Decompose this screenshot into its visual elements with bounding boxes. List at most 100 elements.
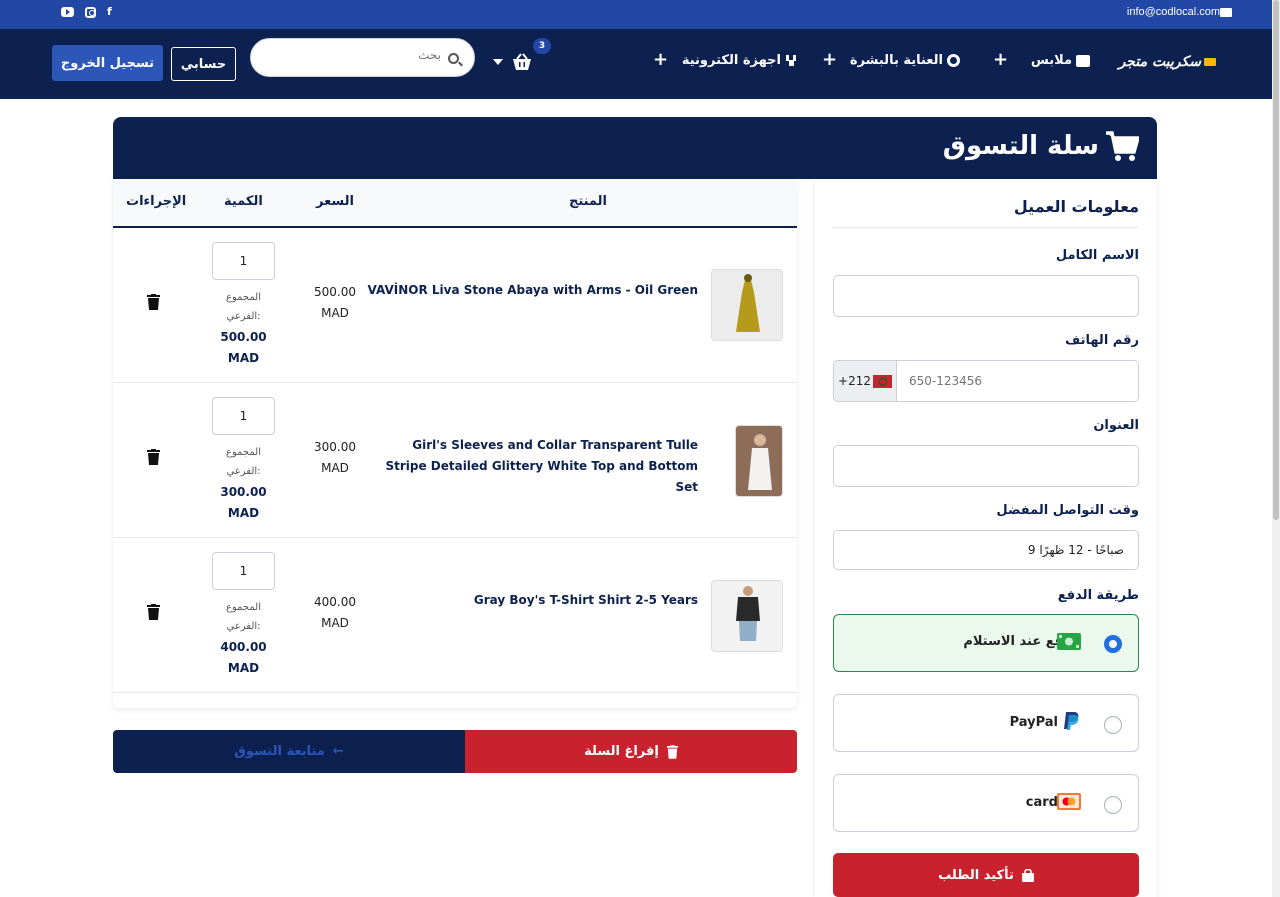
payment-radio[interactable] — [1104, 716, 1122, 734]
trash-icon — [666, 744, 678, 759]
trash-icon[interactable] — [147, 604, 160, 620]
shirt-icon — [1076, 54, 1090, 67]
phone-label: رقم الهاتف — [1065, 333, 1139, 348]
empty-cart-button[interactable]: إفراغ السلة — [465, 730, 797, 773]
facebook-icon[interactable]: f — [107, 6, 112, 18]
product-price: 400.00 MAD — [309, 592, 361, 634]
subtotal-label: المجموع الفرعي: — [226, 602, 261, 632]
paypal-icon — [1064, 712, 1079, 730]
price-currency: MAD — [321, 306, 349, 320]
social-links: f — [61, 6, 112, 18]
payment-option-label: PayPal — [1009, 715, 1058, 730]
subtotal-value: 500.00 MAD — [212, 327, 275, 369]
continue-shopping-button[interactable]: متابعة التسوق ← — [113, 730, 465, 773]
customer-info-title: معلومات العميل — [1013, 197, 1139, 216]
quantity-input[interactable]: 1 — [212, 552, 275, 590]
subtotal-amount: 300.00 — [220, 485, 267, 499]
contact-email[interactable]: info@codlocal.com — [1127, 6, 1220, 18]
product-name[interactable]: Gray Boy's T-Shirt Shirt 2-5 Years — [474, 590, 698, 611]
subtotal-label: المجموع الفرعي: — [226, 292, 261, 322]
subtotal-value: 400.00 MAD — [212, 637, 275, 679]
table-row: Girl's Sleeves and Collar Transparent Tu… — [113, 383, 797, 538]
payment-option-paypal[interactable]: PayPal — [833, 694, 1139, 752]
trash-icon[interactable] — [147, 294, 160, 310]
account-button[interactable]: حسابي — [171, 47, 236, 81]
basket-icon[interactable] — [511, 53, 533, 71]
subtotal-currency: MAD — [227, 661, 260, 675]
chevron-down-icon[interactable] — [493, 59, 503, 65]
price-value: 300.00 — [314, 440, 356, 454]
payment-option-label: card — [1025, 795, 1058, 810]
subtotal-amount: 400.00 — [220, 640, 267, 654]
col-actions: الإجراءات — [126, 194, 187, 209]
phone-field[interactable] — [897, 360, 1139, 402]
table-row: VAVİNOR Liva Stone Abaya with Arms - Oil… — [113, 228, 797, 383]
product-image[interactable] — [711, 269, 783, 341]
quantity-input[interactable]: 1 — [212, 397, 275, 435]
contact-time-select[interactable]: 9 صباحًا - 12 ظهرًا — [833, 530, 1139, 570]
mastercard-icon — [1057, 793, 1081, 810]
main-nav: سكريبت متجر ملابس + العناية بالبشرة + اج… — [0, 29, 1272, 99]
search-box — [250, 38, 475, 77]
product-name[interactable]: VAVİNOR Liva Stone Abaya with Arms - Oil… — [368, 280, 698, 301]
phone-country-prefix[interactable]: +212 — [833, 360, 897, 402]
shopping-cart-icon — [1106, 131, 1139, 161]
search-icon[interactable] — [448, 53, 459, 64]
empty-label: إفراغ السلة — [584, 744, 659, 759]
logout-button[interactable]: تسجيل الخروج — [52, 45, 163, 81]
menu-item-label: العناية بالبشرة — [849, 53, 943, 68]
youtube-icon[interactable] — [61, 7, 74, 17]
confirm-order-label: تأكيد الطلب — [938, 867, 1014, 883]
cart-count-badge: 3 — [533, 38, 551, 54]
shopping-bag-icon — [1021, 868, 1034, 882]
expand-skincare-icon[interactable]: + — [822, 49, 837, 70]
logo-cart-icon — [1204, 58, 1216, 66]
confirm-order-button[interactable]: تأكيد الطلب — [833, 853, 1139, 897]
quantity-input[interactable]: 1 — [212, 242, 275, 280]
phone-prefix-text: +212 — [838, 374, 871, 388]
product-price: 300.00 MAD — [309, 437, 361, 479]
cart-table: المنتج السعر الكمية الإجراءات VAVİNOR Li… — [113, 179, 797, 708]
payment-method-label: طريقة الدفع — [1057, 588, 1139, 603]
morocco-flag-icon — [872, 374, 892, 388]
col-price: السعر — [316, 194, 354, 209]
table-header: المنتج السعر الكمية الإجراءات — [113, 179, 797, 228]
top-bar: f info@codlocal.com — [0, 0, 1272, 29]
subtotal-currency: MAD — [227, 351, 260, 365]
subtotal-amount: 500.00 — [220, 330, 267, 344]
subtotal-currency: MAD — [227, 506, 260, 520]
continue-label: متابعة التسوق — [234, 744, 325, 759]
table-row: Gray Boy's T-Shirt Shirt 2-5 Years 400.0… — [113, 538, 797, 693]
instagram-icon[interactable] — [85, 6, 96, 18]
address-field[interactable] — [833, 445, 1139, 487]
payment-option-cod[interactable]: الدفع عند الاستلام — [833, 614, 1139, 672]
payment-radio[interactable] — [1104, 635, 1122, 653]
page-scrollbar[interactable] — [1272, 0, 1280, 897]
product-price: 500.00 MAD — [309, 282, 361, 324]
site-logo[interactable]: سكريبت متجر — [1119, 54, 1216, 70]
menu-item-skincare[interactable]: العناية بالبشرة — [850, 53, 960, 68]
customer-info-card: معلومات العميل الاسم الكامل رقم الهاتف +… — [815, 179, 1157, 897]
menu-item-electronics[interactable]: اجهزة الكترونية — [682, 53, 798, 68]
cart-header: سلة التسوق — [113, 117, 1157, 179]
logo-text: سكريبت متجر — [1118, 54, 1201, 70]
expand-electronics-icon[interactable]: + — [653, 49, 668, 70]
payment-option-card[interactable]: card — [833, 774, 1139, 832]
full-name-field[interactable] — [833, 275, 1139, 317]
product-image[interactable] — [735, 425, 783, 497]
subtotal-value: 300.00 MAD — [212, 482, 275, 524]
payment-radio[interactable] — [1104, 796, 1122, 814]
price-value: 400.00 — [314, 595, 356, 609]
price-value: 500.00 — [314, 285, 356, 299]
trash-icon[interactable] — [147, 449, 160, 465]
search-input[interactable] — [291, 48, 441, 62]
product-image[interactable] — [711, 580, 783, 652]
envelope-icon — [1220, 8, 1232, 17]
skincare-icon — [947, 54, 960, 67]
product-name[interactable]: Girl's Sleeves and Collar Transparent Tu… — [378, 435, 698, 498]
scrollbar-thumb[interactable] — [1273, 0, 1279, 520]
col-quantity: الكمية — [224, 194, 263, 209]
expand-clothes-icon[interactable]: + — [993, 49, 1008, 70]
menu-item-clothes[interactable]: ملابس — [1031, 53, 1090, 68]
electronics-icon — [786, 55, 796, 66]
